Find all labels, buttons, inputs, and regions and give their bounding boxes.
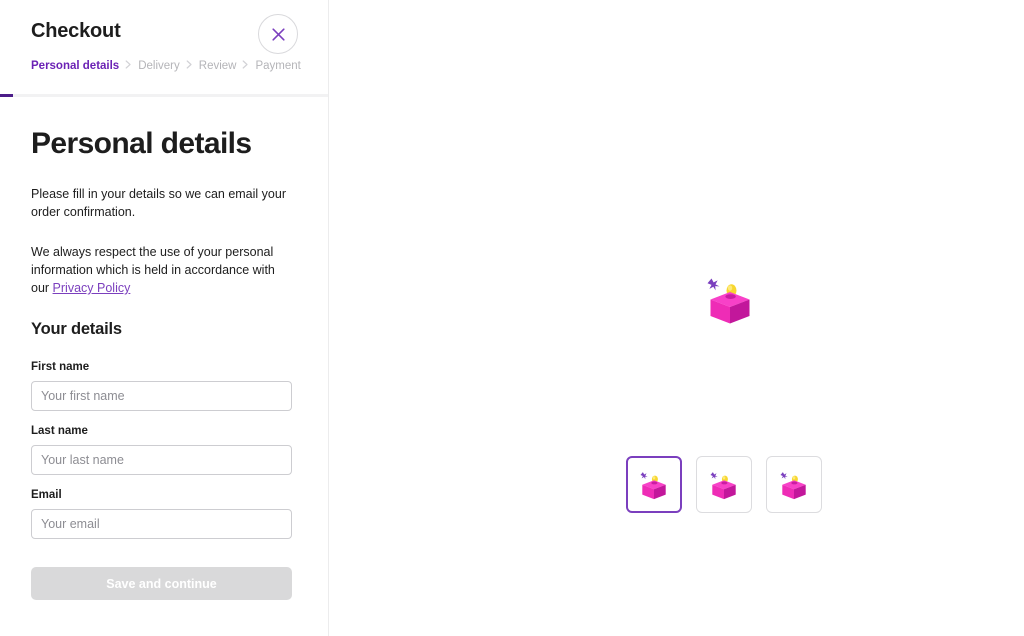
field-email: Email (31, 489, 297, 539)
sparkle-icon (640, 471, 648, 479)
label-first-name: First name (31, 361, 90, 373)
product-thumbnail-1[interactable] (626, 456, 682, 513)
privacy-policy-link[interactable]: Privacy Policy (53, 281, 131, 295)
product-viewer-panel (329, 0, 1024, 636)
first-name-input[interactable] (31, 381, 292, 411)
checkout-sidebar: Checkout Personal details Delivery Revie… (0, 0, 329, 636)
breadcrumb-separator-icon (242, 59, 249, 73)
sparkle-icon (780, 471, 788, 479)
checkout-progress-track (0, 94, 328, 97)
field-last-name: Last name (31, 425, 297, 475)
product-cube-icon (707, 278, 750, 324)
label-email: Email (31, 489, 62, 501)
product-thumbnail-2[interactable] (696, 456, 752, 513)
last-name-input[interactable] (31, 445, 292, 475)
product-cube-icon (780, 471, 806, 499)
sidebar-body: Personal details Please fill in your det… (0, 97, 328, 600)
label-last-name: Last name (31, 425, 88, 437)
email-input[interactable] (31, 509, 292, 539)
breadcrumb: Personal details Delivery Review Payment (31, 59, 301, 73)
close-icon (271, 27, 286, 42)
product-cube-icon (640, 471, 666, 499)
page-header-title: Checkout (31, 20, 121, 42)
product-thumbnail-3[interactable] (766, 456, 822, 513)
close-button[interactable] (258, 14, 298, 54)
field-first-name: First name (31, 361, 297, 411)
privacy-text: We always respect the use of your person… (31, 243, 289, 297)
breadcrumb-separator-icon (125, 59, 132, 73)
product-thumbnail-strip (626, 456, 822, 513)
breadcrumb-item-payment[interactable]: Payment (255, 59, 300, 73)
sparkle-icon (707, 278, 720, 291)
save-and-continue-button[interactable]: Save and continue (31, 567, 292, 600)
product-cube-icon (710, 471, 736, 499)
product-hero-image (695, 265, 765, 335)
breadcrumb-item-review[interactable]: Review (199, 59, 237, 73)
page-title: Personal details (31, 127, 252, 160)
sidebar-header: Checkout Personal details Delivery Revie… (0, 0, 328, 97)
checkout-page: Checkout Personal details Delivery Revie… (0, 0, 1024, 636)
intro-text: Please fill in your details so we can em… (31, 187, 286, 219)
breadcrumb-separator-icon (186, 59, 193, 73)
section-title-your-details: Your details (31, 320, 122, 338)
breadcrumb-item-personal-details[interactable]: Personal details (31, 59, 119, 73)
checkout-progress-fill (0, 94, 13, 97)
breadcrumb-item-delivery[interactable]: Delivery (138, 59, 180, 73)
sparkle-icon (710, 471, 718, 479)
